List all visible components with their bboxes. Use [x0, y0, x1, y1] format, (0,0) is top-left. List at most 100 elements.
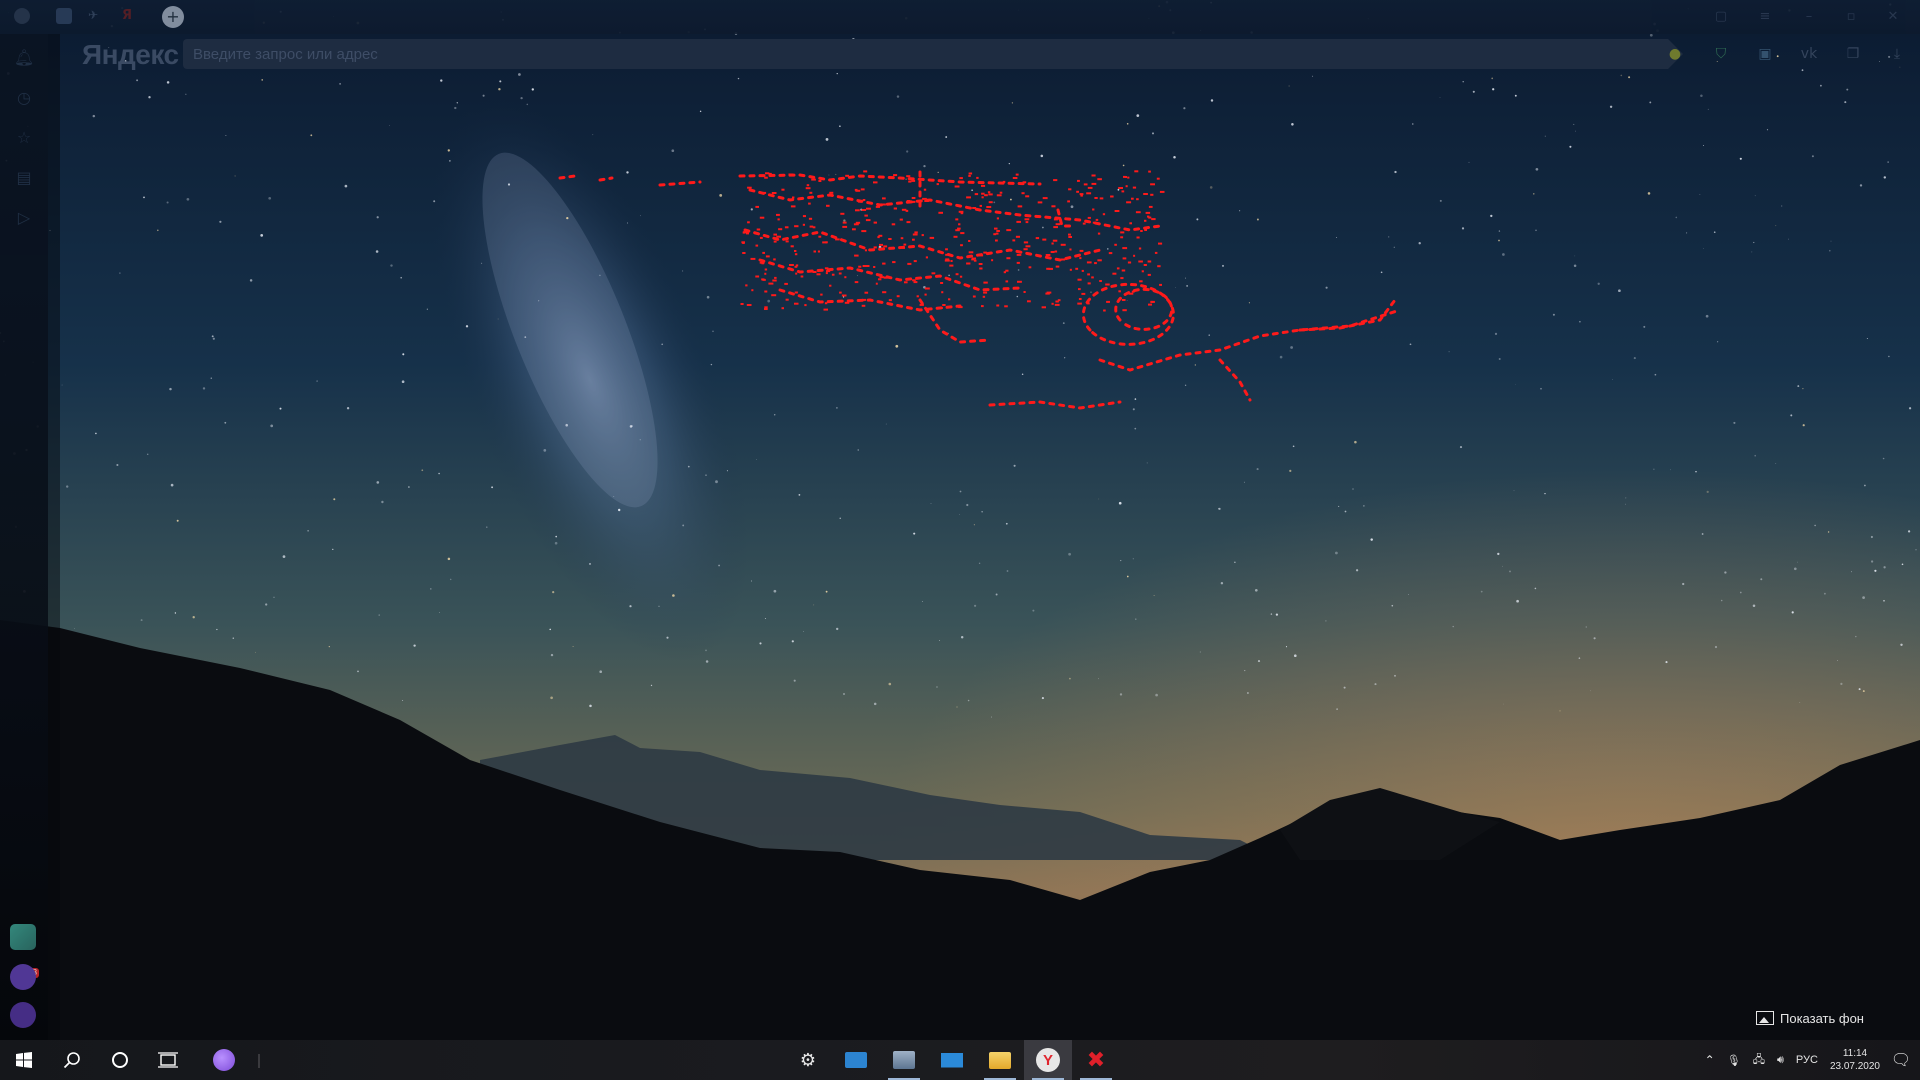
star — [1590, 690, 1591, 692]
scribble-dot — [958, 306, 963, 309]
star — [671, 149, 675, 153]
star — [959, 514, 960, 515]
star — [1494, 332, 1498, 336]
star — [1017, 269, 1020, 271]
scribble-dot — [764, 308, 768, 310]
star — [756, 459, 757, 460]
scribble-dot — [942, 304, 946, 306]
scribble-dot — [862, 199, 866, 201]
cortana-circle-icon[interactable] — [96, 1040, 144, 1080]
scribble-dot — [944, 259, 950, 262]
scribble-dot — [1094, 262, 1097, 265]
star — [1908, 407, 1912, 410]
scribble-dot — [805, 187, 811, 190]
scribble-dot — [1052, 239, 1058, 242]
store-app-icon[interactable] — [832, 1040, 880, 1080]
yandex-tab-icon[interactable]: Я — [122, 8, 138, 24]
star — [1649, 101, 1652, 104]
scribble-dot — [988, 193, 993, 196]
scribble-dot — [1112, 272, 1117, 275]
star — [1498, 230, 1501, 232]
pinned-tab-icon[interactable]: ✈ — [88, 8, 104, 24]
star — [1552, 313, 1555, 316]
search-box[interactable] — [183, 39, 1683, 69]
alice-assistant-icon[interactable] — [10, 1002, 36, 1028]
alice-sidebar-icon[interactable] — [10, 964, 36, 990]
language-indicator[interactable]: РУС — [1796, 1054, 1818, 1066]
star — [378, 614, 380, 616]
collections-sidebar-icon[interactable]: ▤ — [12, 166, 36, 190]
scribble-dot — [808, 202, 811, 205]
scribble-dot — [877, 176, 882, 178]
history-clock-icon[interactable]: ◷ — [12, 86, 36, 110]
star — [1132, 408, 1135, 411]
yandex-browser-taskbar-icon[interactable]: Y — [1024, 1040, 1072, 1080]
settings-gear-icon[interactable]: ⚙ — [784, 1040, 832, 1080]
scribble-dot — [1006, 229, 1012, 232]
shield-icon[interactable]: ⛉ — [1710, 43, 1732, 65]
clock[interactable]: 11:14 23.07.2020 — [1830, 1047, 1880, 1073]
star — [549, 628, 551, 631]
scribble-dot — [802, 215, 806, 218]
action-center-icon[interactable]: 🗨︎ — [1890, 1050, 1912, 1070]
scribble-dot — [794, 250, 797, 252]
star — [1700, 94, 1703, 98]
star — [687, 465, 690, 468]
star — [261, 79, 263, 81]
notifications-bell-icon[interactable]: 🔔︎ — [12, 46, 36, 70]
scribble-dot — [809, 225, 814, 228]
minimize-icon[interactable]: – — [1800, 8, 1818, 26]
star — [550, 696, 553, 700]
bookmarks-star-icon[interactable]: ☆ — [12, 126, 36, 150]
vk-icon[interactable]: vk — [1798, 43, 1820, 65]
mail-app-icon[interactable] — [10, 924, 36, 950]
search-icon[interactable] — [48, 1040, 96, 1080]
alice-taskbar-icon[interactable] — [200, 1040, 248, 1080]
scribble-dot — [981, 184, 986, 187]
scribble-dot — [826, 204, 830, 207]
scribble-dot — [912, 279, 916, 282]
windows-logo-icon[interactable] — [0, 1040, 48, 1080]
star — [1239, 210, 1241, 212]
scribble-dot — [1022, 181, 1027, 184]
search-input[interactable] — [183, 39, 1683, 69]
play-video-icon[interactable]: ▷ — [12, 206, 36, 230]
star — [234, 175, 236, 177]
microphone-icon[interactable]: 🎙︎ — [1727, 1054, 1741, 1067]
explorer-app-icon[interactable] — [880, 1040, 928, 1080]
star — [157, 229, 159, 232]
star — [1754, 454, 1756, 457]
file-explorer-icon[interactable] — [976, 1040, 1024, 1080]
chevron-up-icon[interactable]: ⌃ — [1705, 1053, 1715, 1067]
close-icon[interactable]: ✕ — [1884, 8, 1902, 26]
star — [1888, 355, 1890, 358]
download-icon[interactable]: ⤓ — [1886, 43, 1908, 65]
volume-icon[interactable]: 🔊︎ — [1777, 1054, 1784, 1067]
star — [1509, 570, 1511, 573]
extension-icon[interactable]: ▣ — [1754, 43, 1776, 65]
star — [1062, 322, 1065, 324]
star — [1534, 587, 1537, 590]
star — [1498, 239, 1500, 242]
yandex-logo[interactable]: Яндекс — [82, 39, 179, 71]
scribble-dot — [842, 225, 848, 228]
profile-icon[interactable] — [14, 8, 30, 24]
star — [967, 699, 970, 702]
show-background-button[interactable]: Показать фон — [1756, 1008, 1864, 1028]
tabs-menu-icon[interactable]: ▢ — [1712, 8, 1730, 26]
new-tab-plus-icon[interactable]: + — [162, 6, 184, 28]
maximize-icon[interactable]: ▫ — [1842, 8, 1860, 26]
star — [438, 612, 440, 613]
menu-icon[interactable]: ≡ — [1756, 8, 1774, 26]
star — [1175, 287, 1177, 288]
collections-icon[interactable]: ❐ — [1842, 43, 1864, 65]
star — [1739, 591, 1742, 594]
task-view-icon[interactable] — [144, 1040, 192, 1080]
red-app-icon[interactable]: ✖ — [1072, 1040, 1120, 1080]
network-icon[interactable]: 🖧 — [1753, 1051, 1765, 1070]
protect-icon[interactable]: ● — [1664, 43, 1686, 65]
mail-taskbar-icon[interactable] — [928, 1040, 976, 1080]
tab-favicon-icon[interactable] — [56, 8, 72, 24]
scribble-dot — [1003, 271, 1006, 274]
star — [1883, 599, 1885, 602]
